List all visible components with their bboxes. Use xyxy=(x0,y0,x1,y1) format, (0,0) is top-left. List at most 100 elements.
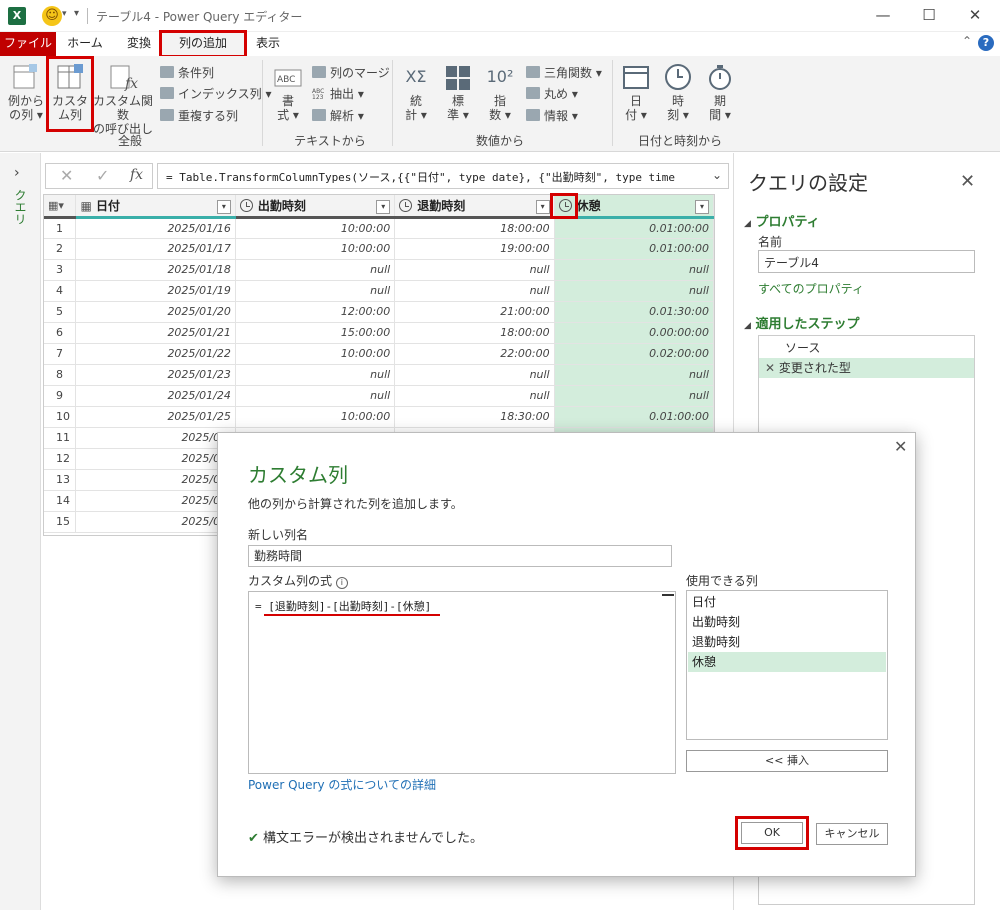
table-row[interactable]: 10 2025/01/25 10:00:00 18:30:00 0.01:00:00 xyxy=(44,406,714,428)
qat-dropdown-icon[interactable]: ▾ xyxy=(62,9,67,19)
filter-dropdown-icon[interactable]: ▾ xyxy=(216,199,231,214)
table-row[interactable]: 2 2025/01/17 10:00:00 19:00:00 0.01:00:00 xyxy=(44,238,714,260)
table-cell[interactable]: null xyxy=(394,259,555,281)
fx-icon[interactable]: fx xyxy=(130,167,143,183)
duplicate-column-button[interactable]: 重複する列 xyxy=(160,107,238,124)
index-column-button[interactable]: インデックス列 ▾ xyxy=(160,85,272,102)
scientific-button[interactable]: 10² 指 数 ▾ xyxy=(484,62,516,122)
table-cell[interactable]: 2025/01/22 xyxy=(75,343,236,365)
table-row[interactable]: 9 2025/01/24 null null null xyxy=(44,385,714,407)
table-cell[interactable]: 15:00:00 xyxy=(235,322,396,344)
table-cell[interactable]: 0.00:00:00 xyxy=(554,322,714,344)
available-column-item[interactable]: 日付 xyxy=(688,592,886,612)
table-cell[interactable]: null xyxy=(554,280,714,302)
close-window-icon[interactable]: ✕ xyxy=(962,4,988,26)
column-header-date[interactable]: ▦ 日付 ▾ xyxy=(75,195,236,219)
insert-button[interactable]: << 挿入 xyxy=(686,750,888,772)
time-type-icon[interactable] xyxy=(399,198,413,212)
cancel-button[interactable]: キャンセル xyxy=(816,823,888,845)
table-cell[interactable]: 0.01:00:00 xyxy=(554,406,714,428)
table-cell[interactable]: 2025/01/24 xyxy=(75,385,236,407)
column-from-examples-button[interactable]: 例から の列 ▾ xyxy=(6,62,46,122)
date-button[interactable]: 日 付 ▾ xyxy=(620,62,652,122)
duration-button[interactable]: 期 間 ▾ xyxy=(704,62,736,122)
table-cell[interactable]: 10:00:00 xyxy=(235,406,396,428)
table-row[interactable]: 6 2025/01/21 15:00:00 18:00:00 0.00:00:00 xyxy=(44,322,714,344)
table-cell[interactable]: null xyxy=(235,259,396,281)
custom-formula-editor[interactable]: = [退勤時刻]-[出勤時刻]-[休憩] xyxy=(248,591,676,774)
collapse-ribbon-icon[interactable]: ⌃ xyxy=(962,34,972,48)
minimize-icon[interactable]: — xyxy=(870,4,896,26)
close-settings-icon[interactable]: ✕ xyxy=(960,171,975,192)
filter-dropdown-icon[interactable]: ▾ xyxy=(376,199,391,214)
expand-formula-icon[interactable]: ⌄ xyxy=(712,168,722,182)
table-cell[interactable]: 10:00:00 xyxy=(235,238,396,260)
accept-formula-icon[interactable]: ✓ xyxy=(96,166,109,185)
table-cell[interactable]: 2025/01/ xyxy=(75,511,236,533)
smiley-feedback-icon[interactable]: ☺ xyxy=(42,6,62,26)
tab-transform[interactable]: 変換 xyxy=(116,32,162,56)
time-type-icon[interactable] xyxy=(239,198,253,212)
filter-dropdown-icon[interactable]: ▾ xyxy=(535,199,550,214)
tab-file[interactable]: ファイル xyxy=(0,32,56,56)
table-cell[interactable]: 22:00:00 xyxy=(394,343,555,365)
table-cell[interactable]: 0.01:30:00 xyxy=(554,301,714,323)
parse-button[interactable]: 解析 ▾ xyxy=(312,107,364,124)
table-cell[interactable]: 10:00:00 xyxy=(235,343,396,365)
properties-section[interactable]: ◢ プロパティ xyxy=(744,211,820,230)
format-button[interactable]: ABC 書 式 ▾ xyxy=(272,62,304,122)
filter-dropdown-icon[interactable]: ▾ xyxy=(695,199,709,214)
table-cell[interactable]: 2025/01/ xyxy=(75,490,236,512)
applied-steps-section[interactable]: ◢ 適用したステップ xyxy=(744,313,859,332)
customize-qat-icon[interactable]: ▾ xyxy=(74,8,79,19)
trigonometry-button[interactable]: 三角関数 ▾ xyxy=(526,64,602,81)
table-row[interactable]: 7 2025/01/22 10:00:00 22:00:00 0.02:00:00 xyxy=(44,343,714,365)
column-header-start-time[interactable]: 出勤時刻 ▾ xyxy=(235,195,396,219)
tab-add-column[interactable]: 列の追加 xyxy=(159,30,247,58)
table-cell[interactable]: null xyxy=(554,385,714,407)
table-cell[interactable]: 2025/01/18 xyxy=(75,259,236,281)
table-cell[interactable]: 2025/01/20 xyxy=(75,301,236,323)
tab-home[interactable]: ホーム xyxy=(62,32,108,56)
table-cell[interactable]: 19:00:00 xyxy=(394,238,555,260)
information-button[interactable]: 情報 ▾ xyxy=(526,107,578,124)
table-cell[interactable]: 0.02:00:00 xyxy=(554,343,714,365)
query-name-input[interactable]: テーブル4 xyxy=(758,250,975,273)
step-item-selected[interactable]: ✕ 変更された型 xyxy=(759,358,974,378)
table-cell[interactable]: 2025/01/ xyxy=(75,427,236,449)
available-column-item[interactable]: 出勤時刻 xyxy=(688,612,886,632)
table-cell[interactable]: 2025/01/25 xyxy=(75,406,236,428)
table-row[interactable]: 5 2025/01/20 12:00:00 21:00:00 0.01:30:00 xyxy=(44,301,714,323)
table-row[interactable]: 4 2025/01/19 null null null xyxy=(44,280,714,302)
close-dialog-icon[interactable]: ✕ xyxy=(894,437,907,456)
table-cell[interactable]: 2025/01/19 xyxy=(75,280,236,302)
table-menu-icon[interactable]: ▦▾ xyxy=(44,195,77,219)
invoke-custom-function-button[interactable]: fx カスタム関数 の呼び出し xyxy=(92,62,154,136)
table-cell[interactable]: null xyxy=(394,385,555,407)
info-icon[interactable]: i xyxy=(335,577,348,589)
step-item[interactable]: ソース xyxy=(759,338,974,358)
table-cell[interactable]: 18:00:00 xyxy=(394,217,555,239)
table-cell[interactable]: null xyxy=(235,385,396,407)
available-column-item-selected[interactable]: 休憩 xyxy=(688,652,886,672)
table-cell[interactable]: 2025/01/21 xyxy=(75,322,236,344)
table-cell[interactable]: 2025/01/17 xyxy=(75,238,236,260)
maximize-icon[interactable]: ☐ xyxy=(916,4,942,26)
table-cell[interactable]: null xyxy=(554,364,714,386)
date-type-icon[interactable]: ▦ xyxy=(80,199,91,213)
all-properties-link[interactable]: すべてのプロパティ xyxy=(758,280,864,297)
table-cell[interactable]: 2025/01/ xyxy=(75,469,236,491)
table-row[interactable]: 1 2025/01/16 10:00:00 18:00:00 0.01:00:00 xyxy=(44,217,714,239)
table-cell[interactable]: 2025/01/ xyxy=(75,448,236,470)
tab-view[interactable]: 表示 xyxy=(248,32,288,56)
delete-step-icon[interactable]: ✕ xyxy=(765,361,775,375)
table-cell[interactable]: null xyxy=(235,280,396,302)
rounding-button[interactable]: 丸め ▾ xyxy=(526,85,578,102)
table-cell[interactable]: 12:00:00 xyxy=(235,301,396,323)
table-cell[interactable]: 0.01:00:00 xyxy=(554,217,714,239)
table-cell[interactable]: 10:00:00 xyxy=(235,217,396,239)
standard-button[interactable]: 標 準 ▾ xyxy=(442,62,474,122)
time-button[interactable]: 時 刻 ▾ xyxy=(662,62,694,122)
table-cell[interactable]: 21:00:00 xyxy=(394,301,555,323)
table-row[interactable]: 3 2025/01/18 null null null xyxy=(44,259,714,281)
